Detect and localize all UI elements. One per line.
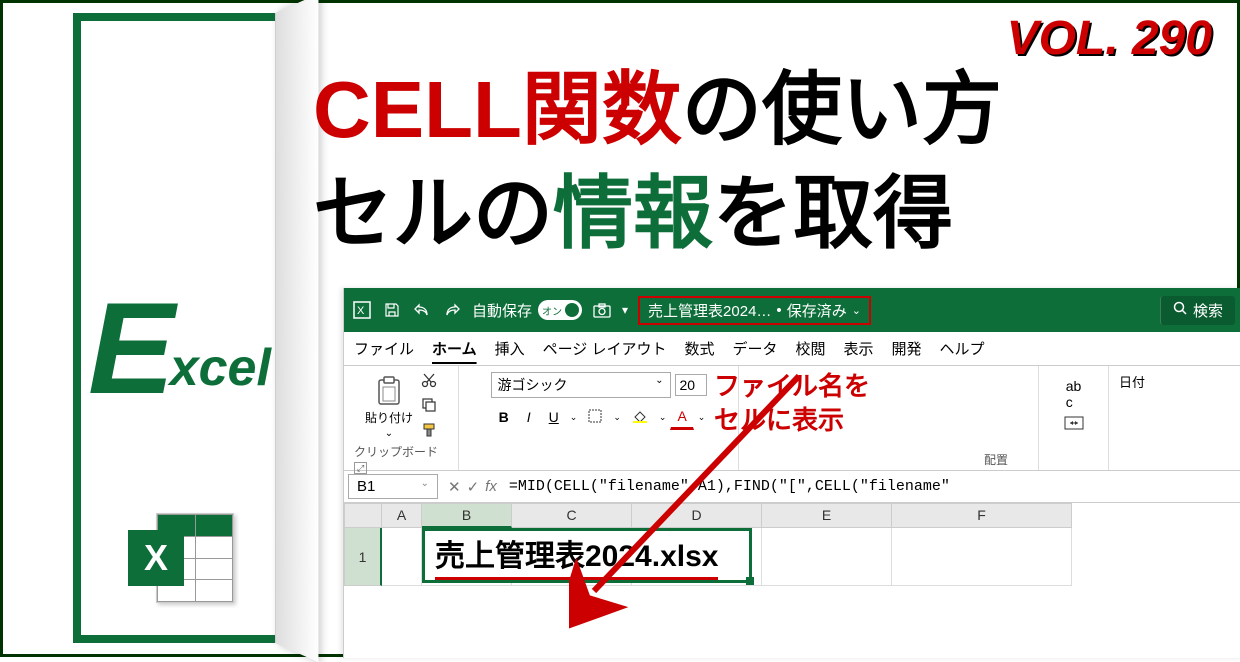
- annotation-line1: ファイル名を: [714, 370, 870, 404]
- undo-icon[interactable]: [412, 300, 432, 320]
- main-title: CELL関数の使い方 セルの情報を取得: [313, 58, 1002, 266]
- save-icon[interactable]: [382, 300, 402, 320]
- formula-bar: B1 ⌄ ✕ ✓ fx =MID(CELL("filename",A1),FIN…: [344, 471, 1240, 503]
- annotation-line2: セルに表示: [714, 404, 870, 438]
- door-open-graphic: [275, 0, 318, 662]
- misc-group: abc: [1039, 366, 1109, 470]
- cell-a1[interactable]: [382, 528, 422, 586]
- svg-text:X: X: [357, 305, 365, 317]
- excel-window: X 自動保存 オン ▾ 売上管理表2024… • 保存済み ⌄: [343, 288, 1240, 658]
- saved-status: 保存済み: [787, 300, 847, 321]
- col-header-c[interactable]: C: [512, 503, 632, 528]
- logo-xcel: xcel: [170, 339, 271, 397]
- clipboard-group: 貼り付け ⌄ クリップボード ⤢: [344, 366, 459, 470]
- font-size-select[interactable]: 20: [675, 374, 707, 396]
- row-header-1[interactable]: 1: [344, 528, 382, 586]
- select-all-corner[interactable]: [344, 503, 382, 528]
- menu-review[interactable]: 校閲: [796, 338, 826, 359]
- date-format-label[interactable]: 日付: [1119, 372, 1145, 391]
- menu-data[interactable]: データ: [732, 338, 777, 359]
- redo-icon[interactable]: [442, 300, 462, 320]
- filename-text: 売上管理表2024…: [648, 300, 771, 321]
- border-button[interactable]: [581, 405, 609, 430]
- excel-title-icon: X: [352, 300, 372, 320]
- volume-label: VOL. 290: [1007, 11, 1212, 66]
- title-get: を取得: [713, 169, 953, 258]
- font-group: 游ゴシック ⌄ 20 B I U⌄ ⌄ ⌄ A⌄: [459, 366, 739, 470]
- search-label: 検索: [1193, 300, 1223, 321]
- logo-letter-e: E: [88, 275, 175, 421]
- col-header-e[interactable]: E: [762, 503, 892, 528]
- menu-bar: ファイル ホーム 挿入 ページ レイアウト 数式 データ 校閲 表示 開発 ヘル…: [344, 332, 1240, 366]
- col-header-a[interactable]: A: [382, 503, 422, 528]
- menu-home[interactable]: ホーム: [432, 338, 477, 359]
- cell-e1[interactable]: [762, 528, 892, 586]
- title-usage: の使い方: [682, 65, 1002, 154]
- menu-page-layout[interactable]: ページ レイアウト: [543, 338, 667, 359]
- title-bar: X 自動保存 オン ▾ 売上管理表2024… • 保存済み ⌄: [344, 288, 1240, 332]
- col-header-b[interactable]: B: [422, 503, 512, 528]
- italic-button[interactable]: I: [520, 405, 538, 429]
- column-headers: A B C D E F: [344, 503, 1240, 528]
- search-box[interactable]: 検索: [1160, 296, 1235, 325]
- menu-view[interactable]: 表示: [844, 338, 874, 359]
- cancel-formula-icon[interactable]: ✕: [448, 478, 461, 496]
- sheet-grid: A B C D E F 1 売上管理表2024.xlsx: [344, 503, 1240, 586]
- merge-icon[interactable]: [1064, 416, 1084, 433]
- title-cell-no: セルの: [313, 169, 553, 258]
- chevron-down-icon: ⌄: [852, 304, 861, 317]
- qat-overflow-icon[interactable]: ▾: [622, 303, 628, 317]
- col-header-f[interactable]: F: [892, 503, 1072, 528]
- search-icon: [1173, 301, 1187, 319]
- title-info: 情報: [553, 169, 713, 258]
- ribbon: 貼り付け ⌄ クリップボード ⤢ 游ゴシック ⌄ 20 B I U⌄ ⌄: [344, 366, 1240, 471]
- col-header-d[interactable]: D: [632, 503, 762, 528]
- cell-b1-value: 売上管理表2024.xlsx: [435, 531, 718, 580]
- annotation-text: ファイル名を セルに表示: [714, 370, 870, 438]
- title-cell-function: CELL関数: [313, 65, 682, 154]
- fx-icon[interactable]: fx: [485, 478, 497, 495]
- formula-input[interactable]: =MID(CELL("filename",A1),FIND("[",CELL("…: [503, 475, 1240, 498]
- clipboard-group-label: クリップボード ⤢: [354, 441, 448, 474]
- selected-cell-overlay[interactable]: 売上管理表2024.xlsx: [422, 528, 752, 583]
- wrap-text-icon[interactable]: abc: [1066, 378, 1082, 410]
- paste-label: 貼り付け: [365, 409, 413, 426]
- filename-highlighted[interactable]: 売上管理表2024… • 保存済み ⌄: [638, 296, 871, 325]
- format-painter-icon[interactable]: [421, 422, 437, 441]
- fill-handle[interactable]: [746, 577, 754, 585]
- menu-developer[interactable]: 開発: [892, 338, 922, 359]
- paste-button[interactable]: 貼り付け ⌄: [365, 375, 413, 439]
- menu-help[interactable]: ヘルプ: [940, 338, 985, 359]
- autosave-label: 自動保存: [472, 300, 532, 321]
- cell-f1[interactable]: [892, 528, 1072, 586]
- cut-icon[interactable]: [421, 372, 437, 391]
- autosave-toggle[interactable]: 自動保存 オン: [472, 300, 582, 321]
- excel-text-logo: Excel: [88, 283, 276, 413]
- menu-file[interactable]: ファイル: [354, 338, 414, 359]
- excel-app-icon: X: [128, 508, 238, 608]
- font-name-select[interactable]: 游ゴシック ⌄: [491, 372, 671, 398]
- number-group: 日付: [1109, 366, 1155, 470]
- left-decorative-panel: Excel X: [33, 13, 293, 643]
- fill-color-button[interactable]: [625, 405, 655, 430]
- camera-icon[interactable]: [592, 300, 612, 320]
- alignment-group-label: 配置: [984, 449, 1008, 468]
- excel-icon-x: X: [128, 530, 184, 586]
- toggle-on-label: オン: [542, 303, 562, 318]
- bold-button[interactable]: B: [492, 405, 516, 429]
- menu-insert[interactable]: 挿入: [495, 338, 525, 359]
- toggle-switch[interactable]: オン: [538, 300, 582, 320]
- copy-icon[interactable]: [421, 397, 437, 416]
- name-box[interactable]: B1 ⌄: [348, 474, 438, 499]
- confirm-formula-icon[interactable]: ✓: [467, 478, 480, 496]
- font-color-button[interactable]: A: [670, 404, 693, 430]
- menu-formulas[interactable]: 数式: [684, 338, 714, 359]
- underline-button[interactable]: U: [542, 405, 566, 429]
